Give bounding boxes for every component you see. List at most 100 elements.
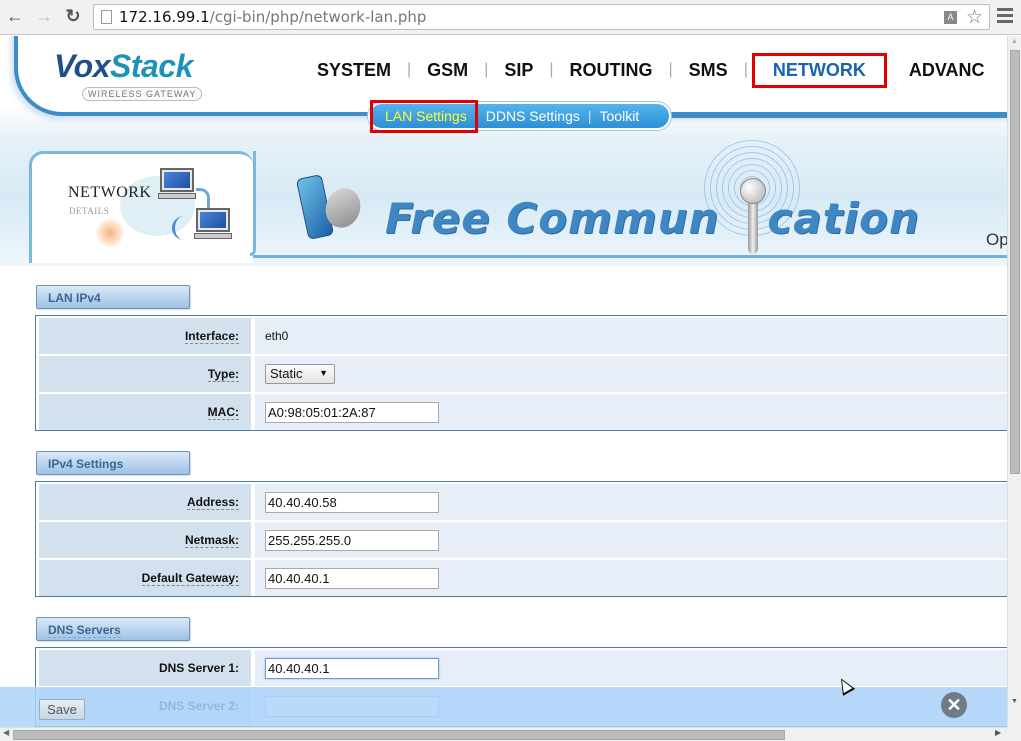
nav-separator: | bbox=[549, 61, 554, 78]
select-value: Static bbox=[270, 366, 303, 381]
default-gateway-input[interactable] bbox=[265, 567, 439, 589]
banner-text-left: Free Commun bbox=[385, 194, 720, 243]
form-row-netmask: Netmask: bbox=[39, 522, 1007, 558]
logo-vox: Vox bbox=[54, 48, 111, 84]
section-header[interactable]: DNS Servers bbox=[36, 617, 190, 641]
dropdown-arrow-icon: ▼ bbox=[319, 368, 328, 378]
page-card-subtitle: DETAILS bbox=[69, 206, 110, 216]
section-title: LAN IPv4 bbox=[48, 291, 101, 305]
scroll-up-icon[interactable]: ▲ bbox=[1011, 38, 1018, 45]
section-body: Interface: eth0 Type: Static ▼ MAC: bbox=[35, 315, 1007, 431]
form-row-mac: MAC: bbox=[39, 394, 1007, 430]
label-text: Type: bbox=[207, 367, 239, 382]
label-text: Address: bbox=[186, 495, 239, 510]
back-arrow-icon[interactable]: ← bbox=[4, 5, 26, 27]
translate-icon[interactable]: A bbox=[944, 11, 957, 24]
nav-routing[interactable]: ROUTING bbox=[558, 60, 665, 81]
field-label: MAC: bbox=[39, 394, 251, 430]
section-header[interactable]: IPv4 Settings bbox=[36, 451, 190, 475]
scroll-right-icon[interactable]: ▶ bbox=[995, 728, 1001, 737]
url-text: 172.16.99.1/cgi-bin/php/network-lan.php bbox=[119, 8, 426, 26]
nav-advanced[interactable]: ADVANC bbox=[887, 60, 997, 81]
form-row-interface: Interface: eth0 bbox=[39, 318, 1007, 354]
close-icon[interactable]: ✕ bbox=[941, 692, 967, 718]
form-row-address: Address: bbox=[39, 484, 1007, 520]
scroll-down-icon[interactable]: ▼ bbox=[1011, 698, 1018, 705]
dns-server-1-input[interactable] bbox=[265, 657, 439, 679]
nav-separator: | bbox=[407, 61, 412, 78]
field-label: Default Gateway: bbox=[39, 560, 251, 596]
mac-input[interactable] bbox=[265, 401, 439, 423]
section-title: DNS Servers bbox=[48, 623, 121, 638]
clipped-text: Op bbox=[986, 230, 1007, 249]
forward-arrow-icon[interactable]: → bbox=[33, 5, 55, 27]
nav-separator: | bbox=[484, 61, 489, 78]
banner-divider bbox=[253, 255, 1007, 258]
url-host: 172.16.99.1 bbox=[119, 8, 210, 26]
nav-sip[interactable]: SIP bbox=[492, 60, 545, 81]
antenna-pole bbox=[748, 198, 758, 254]
glow-decoration bbox=[96, 219, 124, 247]
main-nav: SYSTEM | GSM | SIP | ROUTING | SMS | NET… bbox=[305, 52, 997, 88]
vertical-scroll-thumb[interactable] bbox=[1010, 50, 1020, 474]
page-viewport: VoxStack WIRELESS GATEWAY SYSTEM | GSM |… bbox=[0, 36, 1007, 727]
nav-sms[interactable]: SMS bbox=[677, 60, 740, 81]
field-label: DNS Server 1: bbox=[39, 650, 251, 686]
form-row-default-gateway: Default Gateway: bbox=[39, 560, 1007, 596]
label-text: Interface: bbox=[184, 329, 239, 344]
field-label: Type: bbox=[39, 356, 251, 392]
field-value bbox=[255, 650, 1007, 686]
reload-icon[interactable]: ↻ bbox=[62, 5, 84, 27]
form-row-dns-server-1: DNS Server 1: bbox=[39, 650, 1007, 686]
field-label: Interface: bbox=[39, 318, 251, 354]
label-text: Default Gateway: bbox=[141, 571, 239, 586]
vertical-scrollbar[interactable]: ▲ ▼ bbox=[1007, 36, 1021, 727]
label-text: Netmask: bbox=[184, 533, 239, 548]
subnav-ddns-settings[interactable]: DDNS Settings bbox=[478, 108, 588, 124]
page-card-edge bbox=[250, 151, 256, 256]
field-value bbox=[255, 394, 1007, 430]
field-value bbox=[255, 560, 1007, 596]
nav-gsm[interactable]: GSM bbox=[415, 60, 480, 81]
logo[interactable]: VoxStack bbox=[54, 48, 193, 85]
section-title: IPv4 Settings bbox=[48, 457, 124, 471]
subnav-toolkit[interactable]: Toolkit bbox=[592, 108, 648, 124]
label-text: MAC: bbox=[207, 405, 239, 420]
horizontal-scroll-thumb[interactable] bbox=[13, 730, 785, 740]
address-bar[interactable]: 172.16.99.1/cgi-bin/php/network-lan.php … bbox=[93, 4, 990, 30]
banner-slogan: Free Commun cation bbox=[385, 194, 920, 243]
section-header[interactable]: LAN IPv4 bbox=[36, 285, 190, 309]
save-bar: Save ✕ bbox=[0, 687, 1007, 727]
menu-icon[interactable] bbox=[997, 8, 1013, 26]
field-value: Static ▼ bbox=[255, 356, 1007, 392]
scrollbar-corner bbox=[1007, 727, 1021, 741]
banner-text-right: cation bbox=[767, 194, 920, 243]
scroll-left-icon[interactable]: ◀ bbox=[3, 728, 9, 737]
form-row-type: Type: Static ▼ bbox=[39, 356, 1007, 392]
label-text: DNS Server 1: bbox=[158, 661, 239, 675]
save-button[interactable]: Save bbox=[39, 699, 85, 720]
antenna-ball bbox=[740, 178, 766, 204]
url-path: /cgi-bin/php/network-lan.php bbox=[209, 8, 427, 26]
nav-system[interactable]: SYSTEM bbox=[305, 60, 403, 81]
logo-stack: Stack bbox=[110, 48, 193, 84]
browser-toolbar: ← → ↻ 172.16.99.1/cgi-bin/php/network-la… bbox=[0, 0, 1021, 35]
address-input[interactable] bbox=[265, 491, 439, 513]
netmask-input[interactable] bbox=[265, 529, 439, 551]
section-body: Address: Netmask: Default Gateway: bbox=[35, 481, 1007, 597]
sub-nav: LAN Settings DDNS Settings | Toolkit bbox=[368, 99, 672, 133]
nav-separator: | bbox=[743, 61, 748, 78]
type-select[interactable]: Static ▼ bbox=[265, 364, 335, 384]
field-label: Netmask: bbox=[39, 522, 251, 558]
horizontal-scrollbar[interactable]: ◀ ▶ bbox=[0, 727, 1007, 741]
field-value bbox=[255, 522, 1007, 558]
star-icon[interactable]: ☆ bbox=[966, 6, 983, 29]
page-icon bbox=[101, 10, 112, 24]
subnav-lan-settings[interactable]: LAN Settings bbox=[370, 99, 478, 133]
field-value bbox=[255, 484, 1007, 520]
logo-subtitle: WIRELESS GATEWAY bbox=[82, 87, 203, 101]
nav-separator: | bbox=[668, 61, 673, 78]
page-card-title: NETWORK bbox=[68, 184, 152, 201]
nav-network[interactable]: NETWORK bbox=[751, 52, 887, 88]
field-label: Address: bbox=[39, 484, 251, 520]
